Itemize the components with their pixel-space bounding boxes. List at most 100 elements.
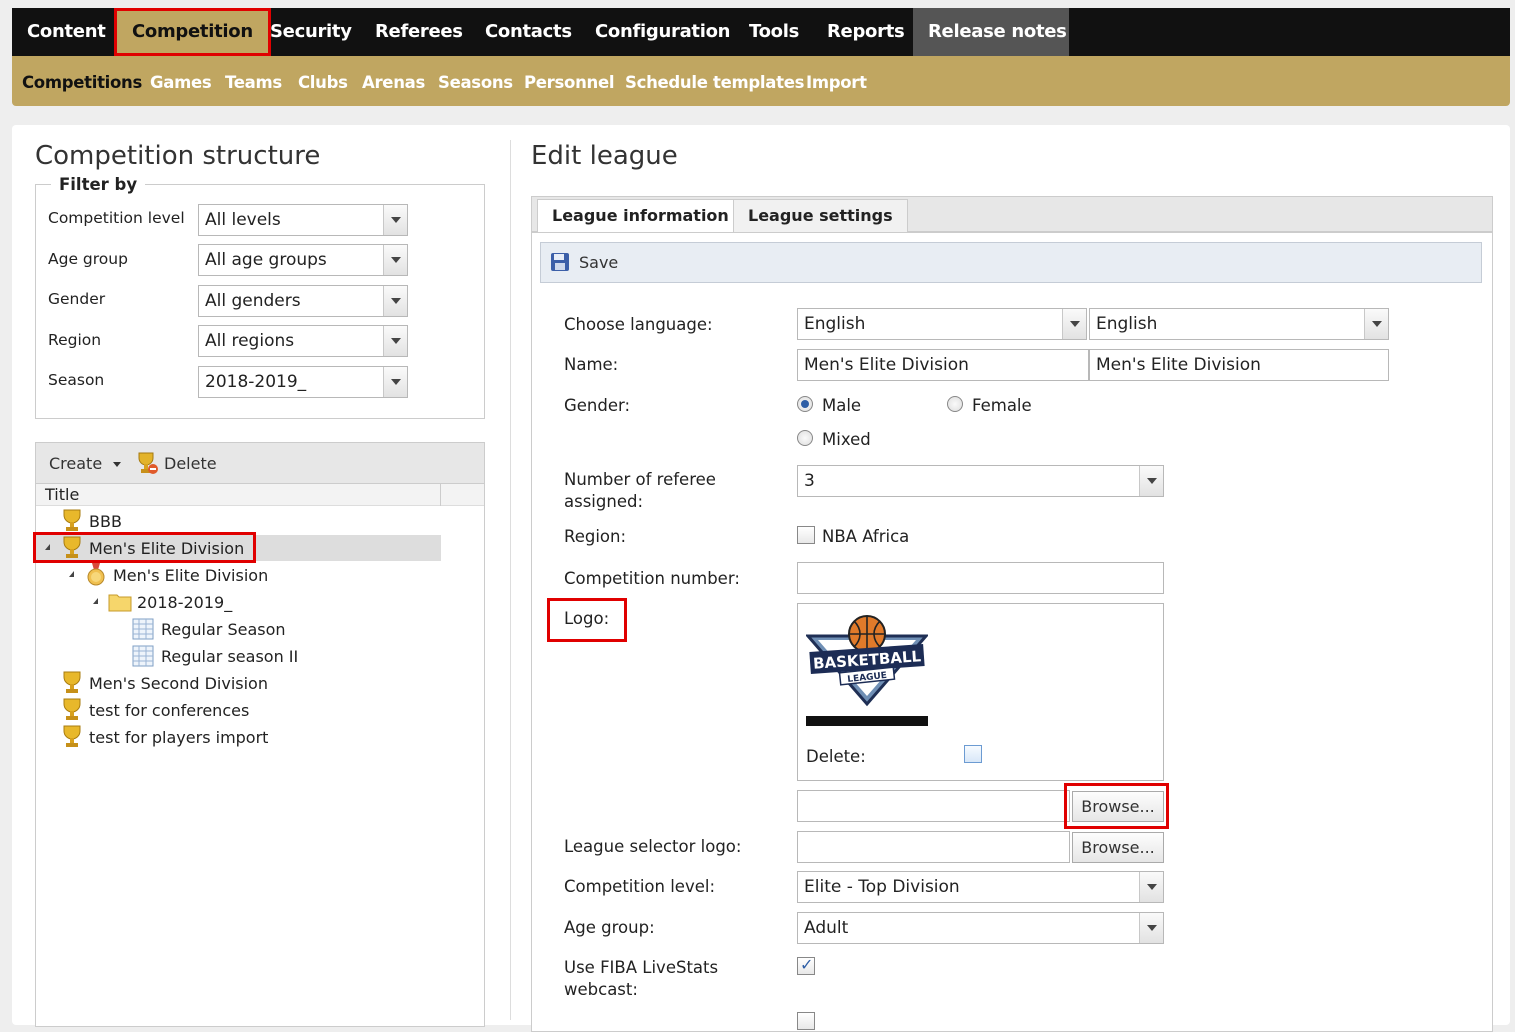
chevron-down-icon[interactable] [1062, 309, 1086, 339]
filter-label-competition-level: Competition level [48, 209, 185, 227]
trophy-icon [63, 698, 81, 720]
subnav-clubs[interactable]: Clubs [298, 56, 348, 110]
filter-legend: Filter by [51, 175, 146, 194]
next-row-checkbox[interactable] [797, 1012, 815, 1030]
gender-radio-male[interactable] [797, 396, 813, 412]
trophy-icon [63, 671, 81, 693]
tree-item-label: Regular Season [161, 620, 286, 639]
nav-security[interactable]: Security [255, 8, 367, 56]
column-divider [510, 140, 511, 1020]
competition-number-input[interactable] [797, 562, 1164, 594]
name-value-1: Men's Elite Division [804, 355, 969, 375]
gender-filter-select[interactable]: All genders [198, 285, 408, 317]
referees-select[interactable]: 3 [797, 465, 1164, 497]
name-input-2[interactable]: Men's Elite Division [1089, 349, 1389, 381]
subnav-games[interactable]: Games [150, 56, 212, 110]
language-select-2[interactable]: English [1089, 308, 1389, 340]
edit-league-title: Edit league [531, 141, 678, 171]
label-choose-language: Choose language: [564, 315, 713, 334]
label-number-of-referees: Number of referee assigned: [564, 470, 716, 511]
tree-column-header: Title [36, 484, 484, 506]
subnav-import[interactable]: Import [806, 56, 867, 110]
chevron-down-icon[interactable] [1139, 913, 1163, 943]
chevron-down-icon[interactable] [383, 286, 407, 316]
gender-radio-female[interactable] [947, 396, 963, 412]
language-select-1[interactable]: English [797, 308, 1087, 340]
expand-icon[interactable] [45, 678, 52, 690]
nav-competition[interactable]: Competition [114, 8, 271, 56]
top-navigation-bar: Content Competition Security Referees Co… [12, 8, 1510, 56]
expand-icon[interactable] [45, 516, 52, 528]
gender-radio-mixed[interactable] [797, 430, 813, 446]
competition-level-select[interactable]: All levels [198, 204, 408, 236]
selector-logo-file-input[interactable] [797, 831, 1070, 863]
selector-logo-browse-button[interactable]: Browse... [1072, 832, 1164, 863]
region-filter-select[interactable]: All regions [198, 325, 408, 357]
calendar-table-icon [132, 645, 154, 667]
gender-label-mixed: Mixed [822, 430, 871, 449]
chevron-down-icon[interactable] [1139, 872, 1163, 902]
delete-button[interactable]: Delete [134, 450, 234, 478]
filter-label-gender: Gender [48, 290, 106, 308]
nav-release-notes[interactable]: Release notes [913, 8, 1069, 56]
chevron-down-icon[interactable] [1364, 309, 1388, 339]
label-age-group: Age group: [564, 918, 655, 937]
medal-icon [87, 563, 105, 586]
collapse-icon[interactable] [69, 571, 74, 577]
save-label: Save [579, 253, 619, 272]
fiba-livestats-checkbox[interactable] [797, 955, 815, 975]
subnav-competitions[interactable]: Competitions [22, 56, 142, 110]
sub-navigation-bar: Competitions Games Teams Clubs Arenas Se… [12, 56, 1510, 106]
create-label: Create [49, 454, 103, 473]
tree-item-label: Men's Second Division [89, 674, 268, 693]
competition-structure-title: Competition structure [35, 141, 321, 171]
name-input-1[interactable]: Men's Elite Division [797, 349, 1089, 381]
label-fiba-livestats: Use FIBA LiveStats webcast: [564, 958, 719, 999]
expand-icon[interactable] [45, 732, 52, 744]
save-toolbar [540, 242, 1482, 283]
nav-configuration[interactable]: Configuration [580, 8, 745, 56]
subnav-personnel[interactable]: Personnel [524, 56, 615, 110]
chevron-down-icon[interactable] [383, 245, 407, 275]
tab-league-information[interactable]: League information [537, 199, 744, 232]
create-button[interactable]: Create [49, 454, 122, 473]
highlight-box-tree-selected [33, 532, 256, 563]
tab-league-settings[interactable]: League settings [733, 199, 908, 232]
logo-delete-checkbox[interactable] [964, 745, 982, 763]
subnav-teams[interactable]: Teams [225, 56, 282, 110]
trophy-delete-icon [138, 452, 158, 474]
collapse-icon[interactable] [93, 598, 98, 604]
gender-filter-value: All genders [205, 291, 301, 311]
column-separator [440, 484, 441, 506]
subnav-schedule-templates[interactable]: Schedule templates [625, 56, 804, 110]
delete-label: Delete [164, 454, 217, 473]
expand-icon[interactable] [45, 705, 52, 717]
age-group-filter-select[interactable]: All age groups [198, 244, 408, 276]
nav-content[interactable]: Content [12, 8, 121, 56]
region-checkbox-nba-africa[interactable] [797, 526, 815, 544]
tree-item-label: BBB [89, 512, 122, 531]
chevron-down-icon[interactable] [383, 367, 407, 397]
trophy-icon [63, 509, 81, 531]
logo-file-input[interactable] [797, 790, 1070, 822]
nav-referees[interactable]: Referees [360, 8, 478, 56]
save-button[interactable]: Save [550, 252, 620, 276]
chevron-down-icon[interactable] [383, 205, 407, 235]
season-filter-select[interactable]: 2018-2019_ [198, 366, 408, 398]
caret-down-icon [113, 462, 122, 467]
filter-label-age-group: Age group [48, 250, 128, 268]
subnav-arenas[interactable]: Arenas [362, 56, 425, 110]
region-option-label: NBA Africa [822, 527, 910, 546]
age-group-field-select[interactable]: Adult [797, 912, 1164, 944]
folder-icon [108, 594, 132, 612]
nav-contacts[interactable]: Contacts [470, 8, 587, 56]
highlight-box-logo-label [547, 598, 627, 642]
chevron-down-icon[interactable] [383, 326, 407, 356]
competition-level-field-select[interactable]: Elite - Top Division [797, 871, 1164, 903]
nav-reports[interactable]: Reports [812, 8, 919, 56]
competition-level-field-value: Elite - Top Division [804, 877, 960, 897]
subnav-seasons[interactable]: Seasons [438, 56, 513, 110]
nav-tools[interactable]: Tools [734, 8, 814, 56]
column-title-label[interactable]: Title [45, 485, 79, 504]
chevron-down-icon[interactable] [1139, 466, 1163, 496]
